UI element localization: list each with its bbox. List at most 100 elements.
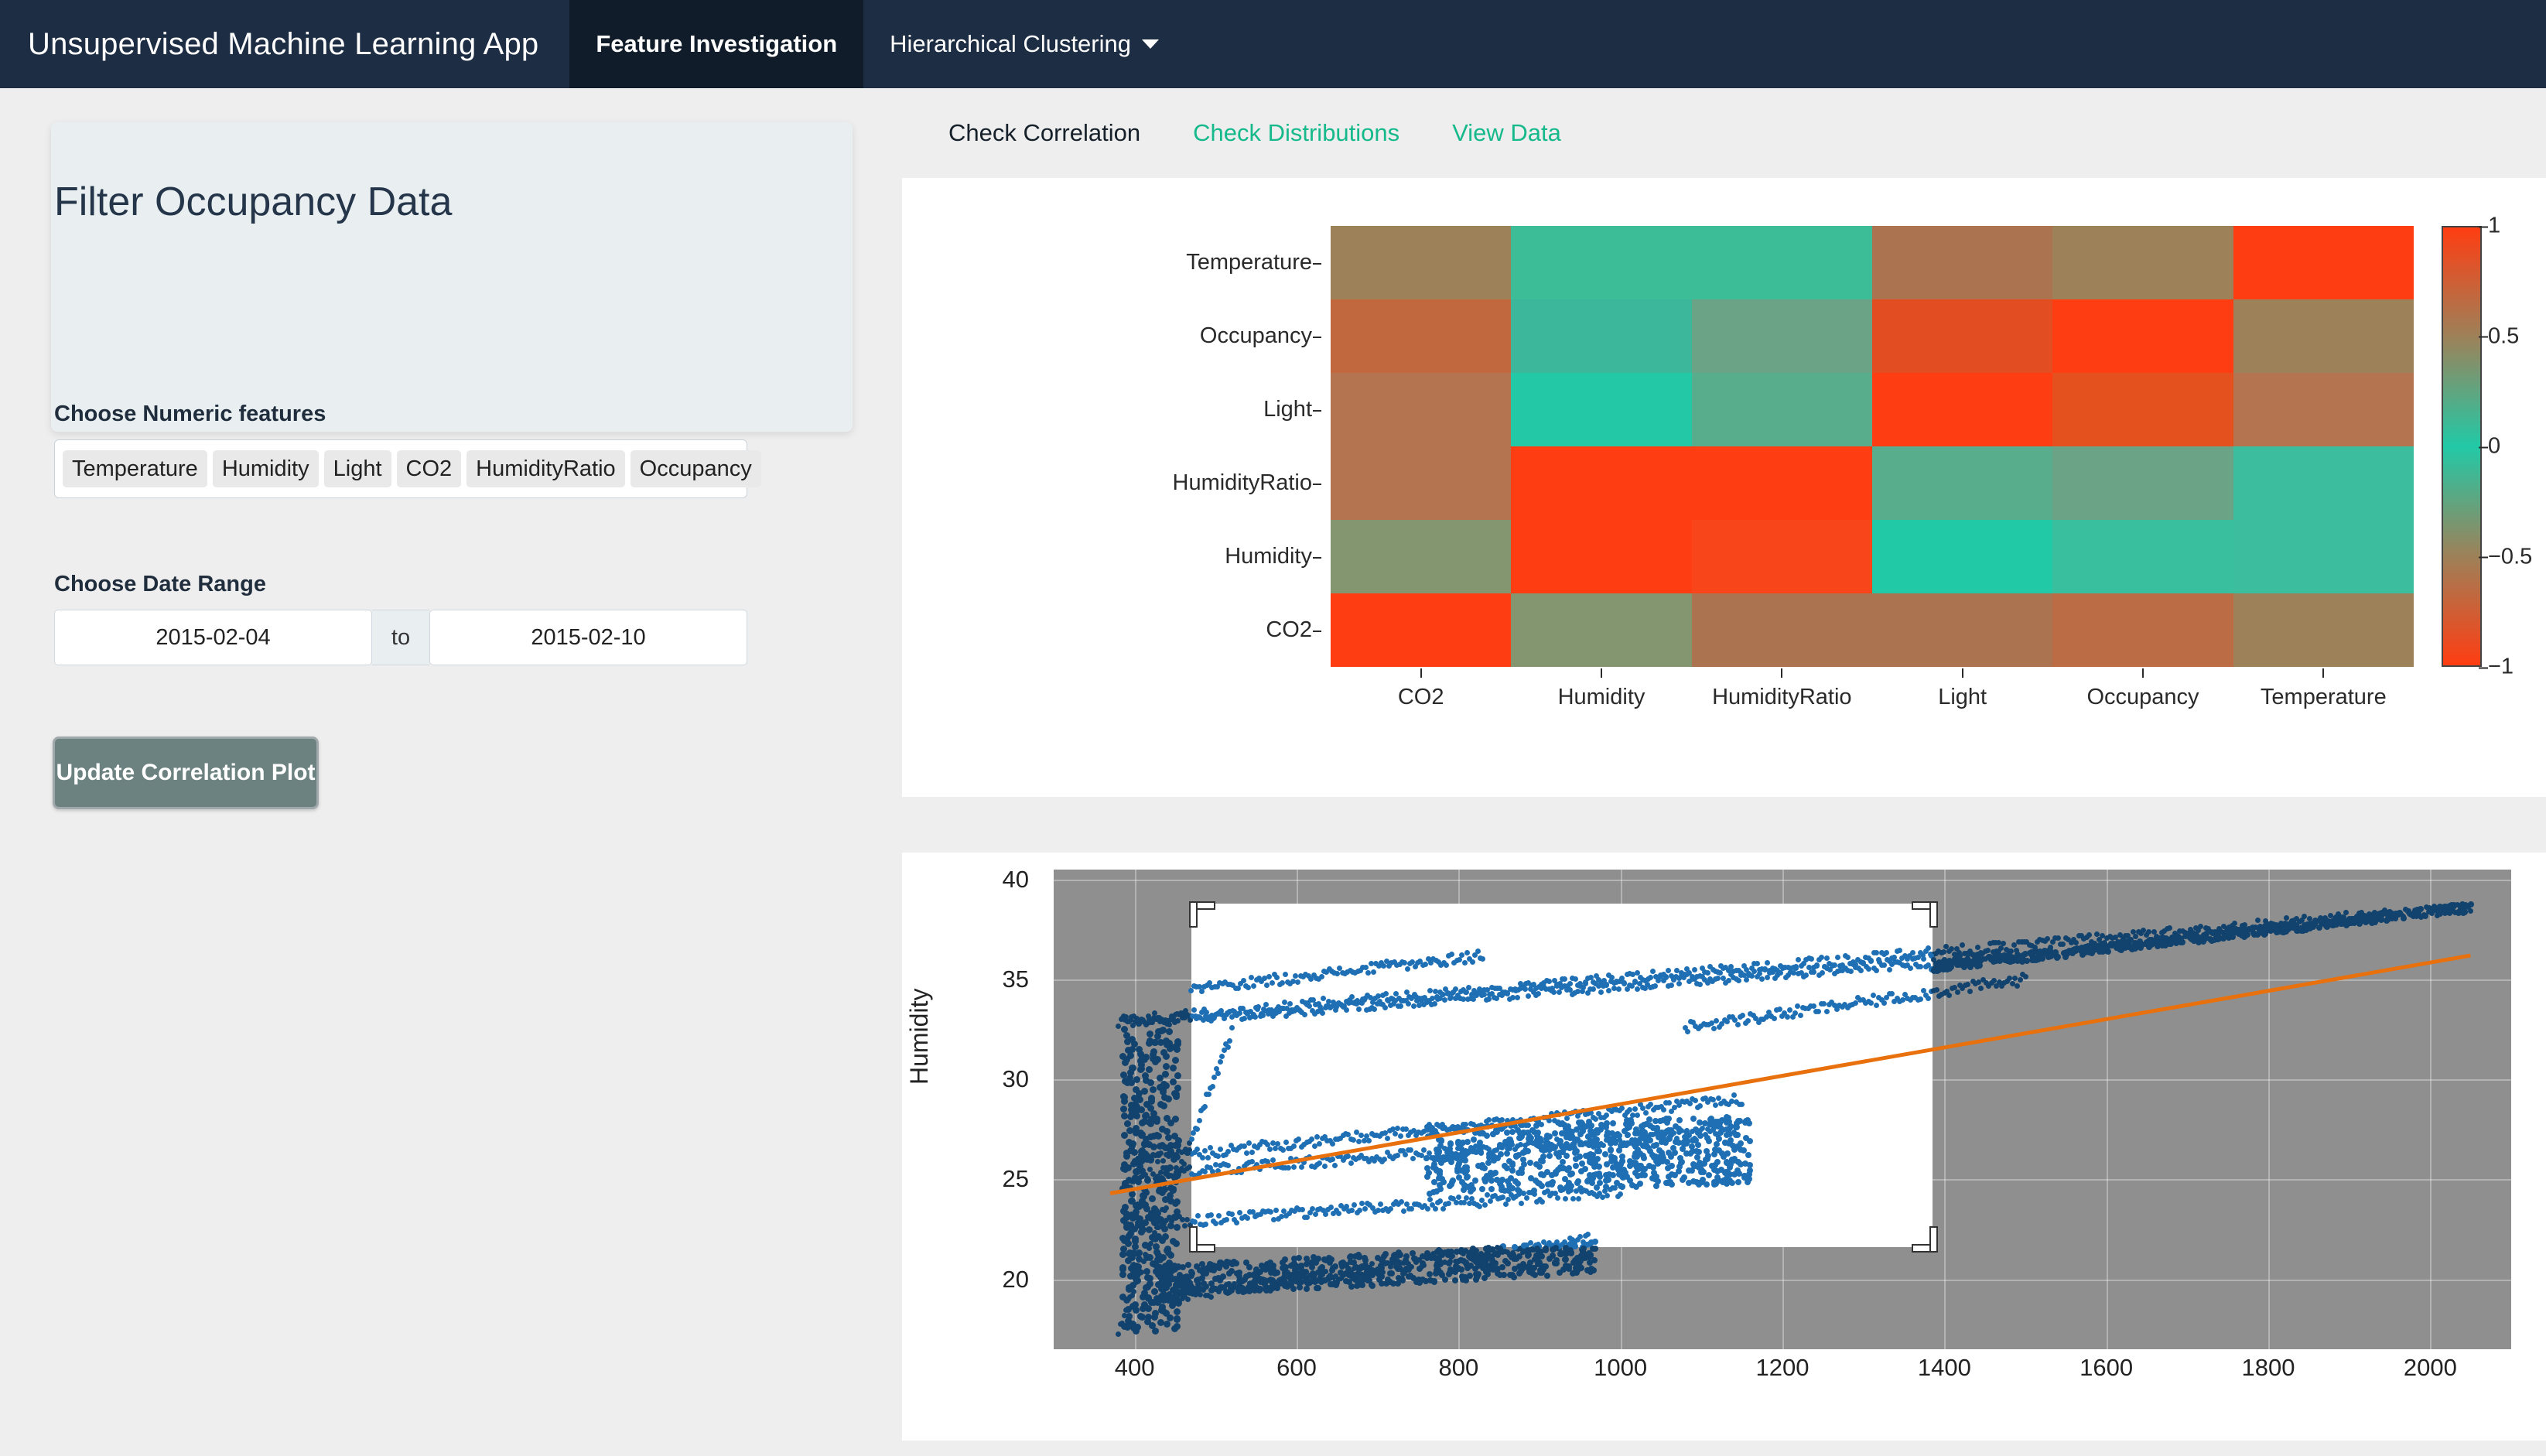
scatter-point xyxy=(1121,1236,1129,1244)
heatmap-cell[interactable] xyxy=(2052,520,2233,593)
app-brand[interactable]: Unsupervised Machine Learning App xyxy=(0,0,569,88)
scatter-point xyxy=(1618,1158,1625,1165)
scatter-point xyxy=(1610,1119,1617,1126)
date-end-input[interactable]: 2015-02-10 xyxy=(429,610,747,665)
heatmap-cell[interactable] xyxy=(1691,520,1872,593)
selection-corner-handle[interactable] xyxy=(1188,901,1215,928)
heatmap-cells[interactable] xyxy=(1331,226,2414,667)
scatter-point xyxy=(1152,1236,1160,1243)
date-start-input[interactable]: 2015-02-04 xyxy=(54,610,372,665)
scatter-point xyxy=(1427,1191,1434,1198)
scatter-point xyxy=(1589,1245,1596,1252)
heatmap-cell[interactable] xyxy=(2052,373,2233,446)
heatmap-cell[interactable] xyxy=(1331,373,1512,446)
scatter-point xyxy=(1130,1111,1138,1119)
heatmap-cell[interactable] xyxy=(2233,299,2414,373)
feature-tag[interactable]: HumidityRatio xyxy=(466,449,625,488)
scatter-point xyxy=(1122,1058,1129,1066)
update-correlation-plot-button[interactable]: Update Correlation Plot xyxy=(53,737,319,809)
heatmap-cell[interactable] xyxy=(1871,299,2053,373)
heatmap-cell[interactable] xyxy=(1511,446,1692,520)
heatmap-cell[interactable] xyxy=(1871,226,2053,299)
heatmap-cell[interactable] xyxy=(1331,446,1512,520)
correlation-heatmap[interactable]: Temperature Occupancy Light HumidityRatio Hu… xyxy=(902,178,2546,797)
heatmap-cell[interactable] xyxy=(1331,226,1512,299)
scatter-point xyxy=(1423,1126,1430,1133)
feature-tag[interactable]: CO2 xyxy=(396,449,462,488)
scatter-point xyxy=(1584,1267,1591,1274)
scatter-point xyxy=(1897,947,1903,953)
scatter-point xyxy=(1797,1012,1803,1018)
scatter-point xyxy=(1138,1314,1146,1321)
scatter-point xyxy=(1909,949,1915,955)
scatter-point xyxy=(1301,1011,1307,1017)
selection-corner-handle[interactable] xyxy=(1911,1226,1938,1253)
feature-tag[interactable]: Humidity xyxy=(212,449,319,488)
heatmap-y-label: Occupancy xyxy=(902,299,1321,373)
scatter-point xyxy=(1663,1119,1670,1126)
heatmap-cell[interactable] xyxy=(1511,299,1692,373)
nav-item-feature-investigation[interactable]: Feature Investigation xyxy=(569,0,864,88)
heatmap-cell[interactable] xyxy=(2233,593,2414,667)
tab-view-data[interactable]: View Data xyxy=(1426,119,1587,147)
tab-check-correlation[interactable]: Check Correlation xyxy=(922,119,1167,147)
scatter-x-tick-label: 1000 xyxy=(1594,1354,1648,1381)
nav-item-hierarchical-clustering[interactable]: Hierarchical Clustering xyxy=(863,0,1185,88)
scatter-point xyxy=(1572,1163,1579,1170)
scatter-point xyxy=(1985,947,1991,953)
scatter-point xyxy=(1824,955,1830,961)
scatter-point xyxy=(1697,1168,1704,1175)
scatter-point xyxy=(2256,925,2263,931)
heatmap-cell[interactable] xyxy=(2052,446,2233,520)
scatter-point xyxy=(1504,990,1510,996)
scatter-point xyxy=(1881,1000,1887,1006)
heatmap-cell[interactable] xyxy=(2052,593,2233,667)
scatter-plot-area[interactable] xyxy=(1054,870,2511,1349)
scatter-plot[interactable]: Humidity 20 25 30 35 40 400 600 800 1000 1200 140… xyxy=(902,853,2546,1441)
scatter-point xyxy=(1150,1287,1158,1295)
heatmap-cell[interactable] xyxy=(1691,299,1872,373)
heatmap-cell[interactable] xyxy=(1511,520,1692,593)
scatter-point xyxy=(1181,1290,1188,1297)
heatmap-cell[interactable] xyxy=(1691,226,1872,299)
heatmap-cell[interactable] xyxy=(2233,446,2414,520)
selection-corner-handle[interactable] xyxy=(1911,901,1938,928)
heatmap-cell[interactable] xyxy=(1511,593,1692,667)
feature-tag[interactable]: Occupancy xyxy=(630,449,761,488)
heatmap-cell[interactable] xyxy=(1331,593,1512,667)
heatmap-cell[interactable] xyxy=(2052,226,2233,299)
feature-tag[interactable]: Light xyxy=(323,449,391,488)
feature-tag[interactable]: Temperature xyxy=(63,449,207,488)
heatmap-cell[interactable] xyxy=(1871,373,2053,446)
scatter-point xyxy=(1151,1058,1159,1065)
scatter-point xyxy=(1164,1205,1170,1212)
heatmap-cell[interactable] xyxy=(2052,299,2233,373)
heatmap-cell[interactable] xyxy=(1511,226,1692,299)
distribution-scatter-card: Humidity 20 25 30 35 40 400 600 800 1000 1200 140… xyxy=(902,853,2546,1441)
tab-check-distributions[interactable]: Check Distributions xyxy=(1167,119,1426,147)
heatmap-cell[interactable] xyxy=(1871,520,2053,593)
scatter-point xyxy=(1598,989,1604,996)
heatmap-cell[interactable] xyxy=(1691,593,1872,667)
scatter-point xyxy=(1519,1260,1526,1267)
scatter-y-tick-label: 40 xyxy=(1002,865,1029,893)
heatmap-cell[interactable] xyxy=(1691,446,1872,520)
heatmap-cell[interactable] xyxy=(2233,373,2414,446)
selection-corner-handle[interactable] xyxy=(1188,1226,1215,1253)
heatmap-cell[interactable] xyxy=(1691,373,1872,446)
numeric-features-input[interactable]: Temperature Humidity Light CO2 HumidityR… xyxy=(54,439,761,498)
heatmap-cell[interactable] xyxy=(1871,593,2053,667)
heatmap-colorbar xyxy=(2442,226,2482,667)
scatter-point xyxy=(1471,1136,1478,1143)
scatter-point xyxy=(1976,957,1983,964)
heatmap-cell[interactable] xyxy=(1331,299,1512,373)
heatmap-cell[interactable] xyxy=(2233,520,2414,593)
heatmap-cell[interactable] xyxy=(1871,446,2053,520)
colorbar-tick-label: 0.5 xyxy=(2478,323,2520,348)
scatter-point xyxy=(1542,1263,1549,1270)
heatmap-cell[interactable] xyxy=(1331,520,1512,593)
heatmap-cell[interactable] xyxy=(2233,226,2414,299)
scatter-point xyxy=(2148,939,2155,946)
scatter-point xyxy=(1128,1046,1136,1054)
heatmap-cell[interactable] xyxy=(1511,373,1692,446)
